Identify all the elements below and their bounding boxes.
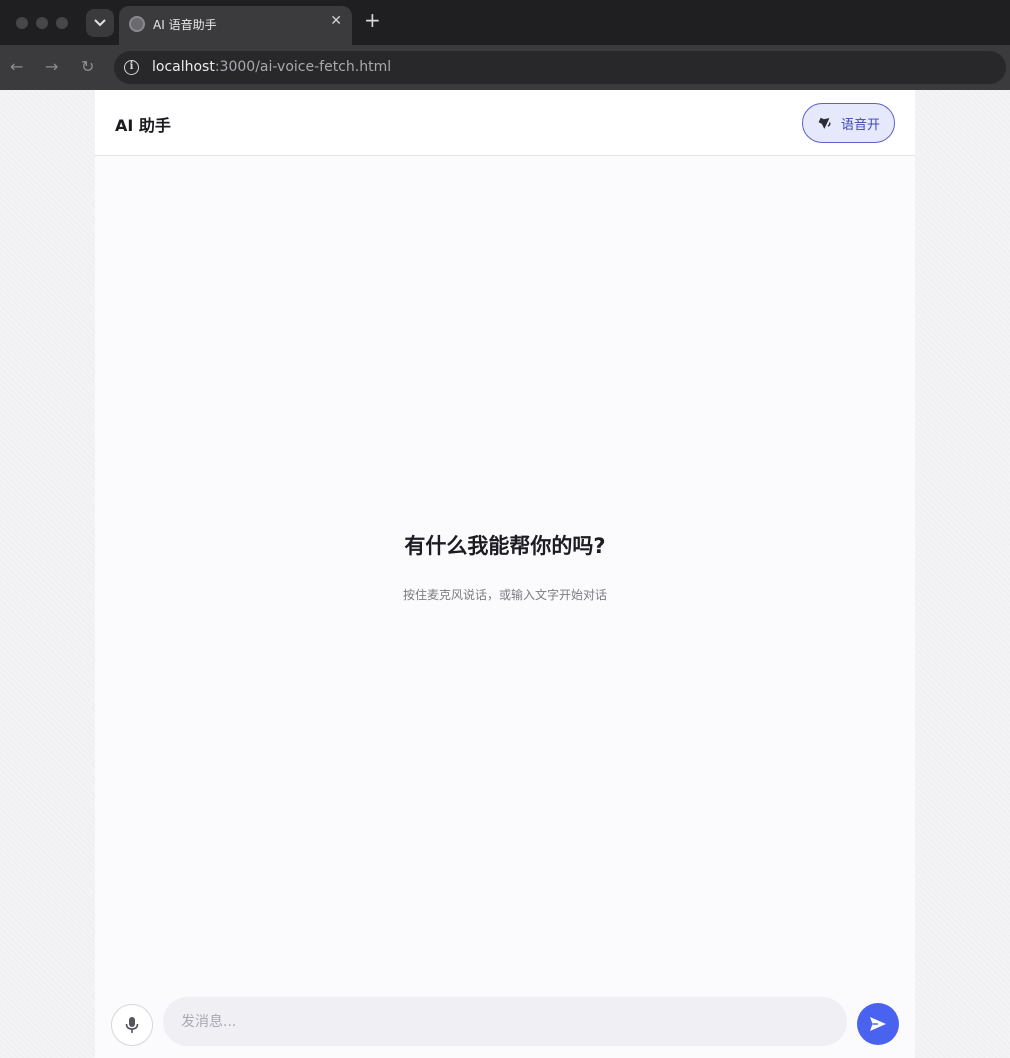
app-header: AI 助手 语音开 bbox=[95, 90, 915, 156]
tab-title: AI 语音助手 bbox=[153, 18, 217, 32]
globe-icon bbox=[129, 16, 145, 32]
window-minimize-dot[interactable] bbox=[36, 17, 48, 29]
chat-app: AI 助手 语音开 有什么我能帮你的吗? 按住麦克风说话，或输入文字开始对话 bbox=[95, 90, 915, 1058]
speaker-icon bbox=[818, 117, 831, 129]
window-close-dot[interactable] bbox=[16, 17, 28, 29]
address-bar[interactable]: i localhost:3000/ai-voice-fetch.html bbox=[114, 51, 1006, 84]
chevron-down-icon bbox=[94, 19, 106, 27]
tab-close-icon[interactable]: ✕ bbox=[330, 13, 342, 29]
voice-toggle-label: 语音开 bbox=[840, 117, 880, 133]
message-composer bbox=[95, 995, 915, 1051]
send-button[interactable] bbox=[857, 1003, 899, 1045]
empty-state: 有什么我能帮你的吗? 按住麦克风说话，或输入文字开始对话 bbox=[95, 530, 915, 603]
forward-arrow-icon[interactable]: → bbox=[45, 57, 58, 77]
empty-state-title: 有什么我能帮你的吗? bbox=[404, 534, 606, 558]
browser-tab-bar: AI 语音助手 ✕ + bbox=[0, 0, 1010, 45]
reload-icon[interactable]: ↻ bbox=[81, 57, 94, 77]
browser-toolbar: ← → ↻ i localhost:3000/ai-voice-fetch.ht… bbox=[0, 45, 1010, 90]
send-icon bbox=[870, 1017, 886, 1031]
new-tab-button[interactable]: + bbox=[364, 10, 381, 30]
tab-search-button[interactable] bbox=[86, 9, 114, 37]
address-url[interactable]: localhost:3000/ai-voice-fetch.html bbox=[152, 59, 391, 75]
browser-tab-active[interactable]: AI 语音助手 ✕ bbox=[119, 6, 352, 45]
message-input[interactable] bbox=[163, 997, 847, 1046]
url-path: :3000/ai-voice-fetch.html bbox=[214, 59, 392, 75]
mic-icon bbox=[125, 1017, 139, 1033]
mic-button[interactable] bbox=[111, 1004, 153, 1046]
site-info-icon[interactable]: i bbox=[124, 60, 139, 75]
page-title: AI 助手 bbox=[115, 116, 171, 135]
back-arrow-icon[interactable]: ← bbox=[10, 57, 23, 77]
url-host: localhost bbox=[152, 59, 215, 75]
window-zoom-dot[interactable] bbox=[56, 17, 68, 29]
voice-toggle-button[interactable]: 语音开 bbox=[802, 103, 895, 143]
page-viewport: AI 助手 语音开 有什么我能帮你的吗? 按住麦克风说话，或输入文字开始对话 bbox=[0, 90, 1010, 1058]
empty-state-subtitle: 按住麦克风说话，或输入文字开始对话 bbox=[402, 588, 607, 602]
